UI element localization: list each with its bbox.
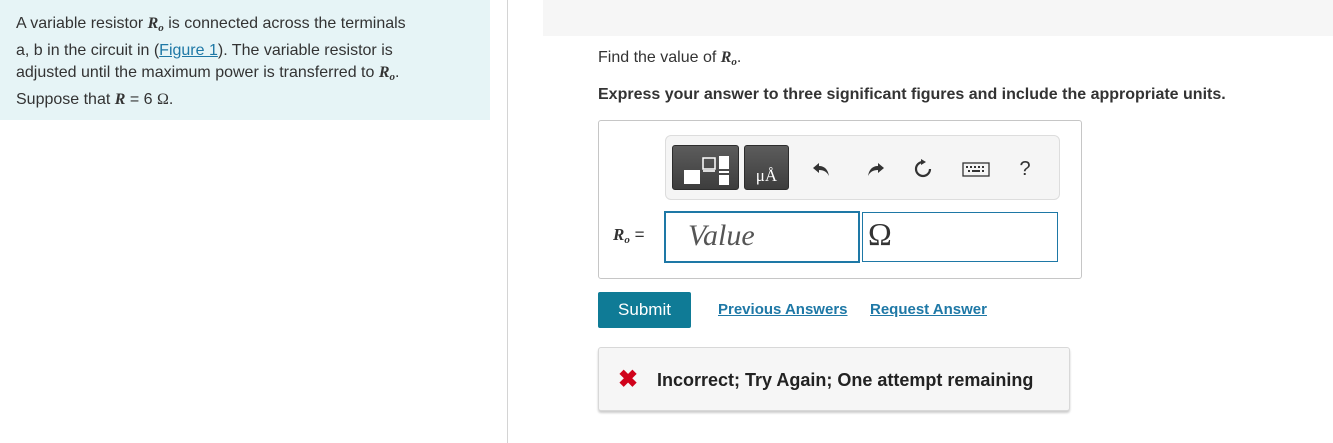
reset-icon[interactable] [912,158,934,180]
previous-answers-link[interactable]: Previous Answers [718,301,848,318]
units-icon: μÅ [755,166,778,185]
value-input[interactable]: Value [664,211,860,263]
templates-button[interactable] [672,145,739,190]
variable-ro: Ro [147,15,164,34]
problem-text: ). The variable resistor is [217,41,393,59]
answer-instruction: Express your answer to three significant… [598,86,1226,103]
feedback-message: Incorrect; Try Again; One attempt remain… [657,370,1034,390]
request-answer-link[interactable]: Request Answer [870,301,987,318]
panel-divider [507,0,508,443]
math-toolbar: μÅ ? [665,135,1060,200]
incorrect-x-icon: ✖ [618,366,639,393]
omega-symbol: Ω [157,90,169,108]
units-button[interactable]: μÅ [744,145,789,190]
problem-text: adjusted until the maximum power is tran… [16,64,379,81]
problem-text: A variable resistor [16,15,148,32]
undo-icon[interactable] [811,158,833,180]
unit-input[interactable]: Ω [862,212,1058,262]
help-icon[interactable]: ? [1014,158,1036,180]
problem-statement: A variable resistor Ro is connected acro… [0,0,490,120]
problem-text: is connected across the terminals [163,15,406,32]
keyboard-icon[interactable] [962,158,990,180]
problem-text: Suppose that [16,90,115,108]
fraction-template-icon [684,156,729,185]
part-header-bar [543,0,1333,36]
submit-button[interactable]: Submit [598,292,691,328]
problem-text: a, b in the circuit in ( [16,41,160,59]
figure-link[interactable]: Figure 1 [159,42,218,59]
variable-r: R [114,90,126,108]
variable-ro: Ro [378,64,395,83]
question-prompt: Find the value of Ro. [598,49,742,68]
answer-variable-label: Ro = [613,225,645,246]
redo-icon[interactable] [864,158,886,180]
